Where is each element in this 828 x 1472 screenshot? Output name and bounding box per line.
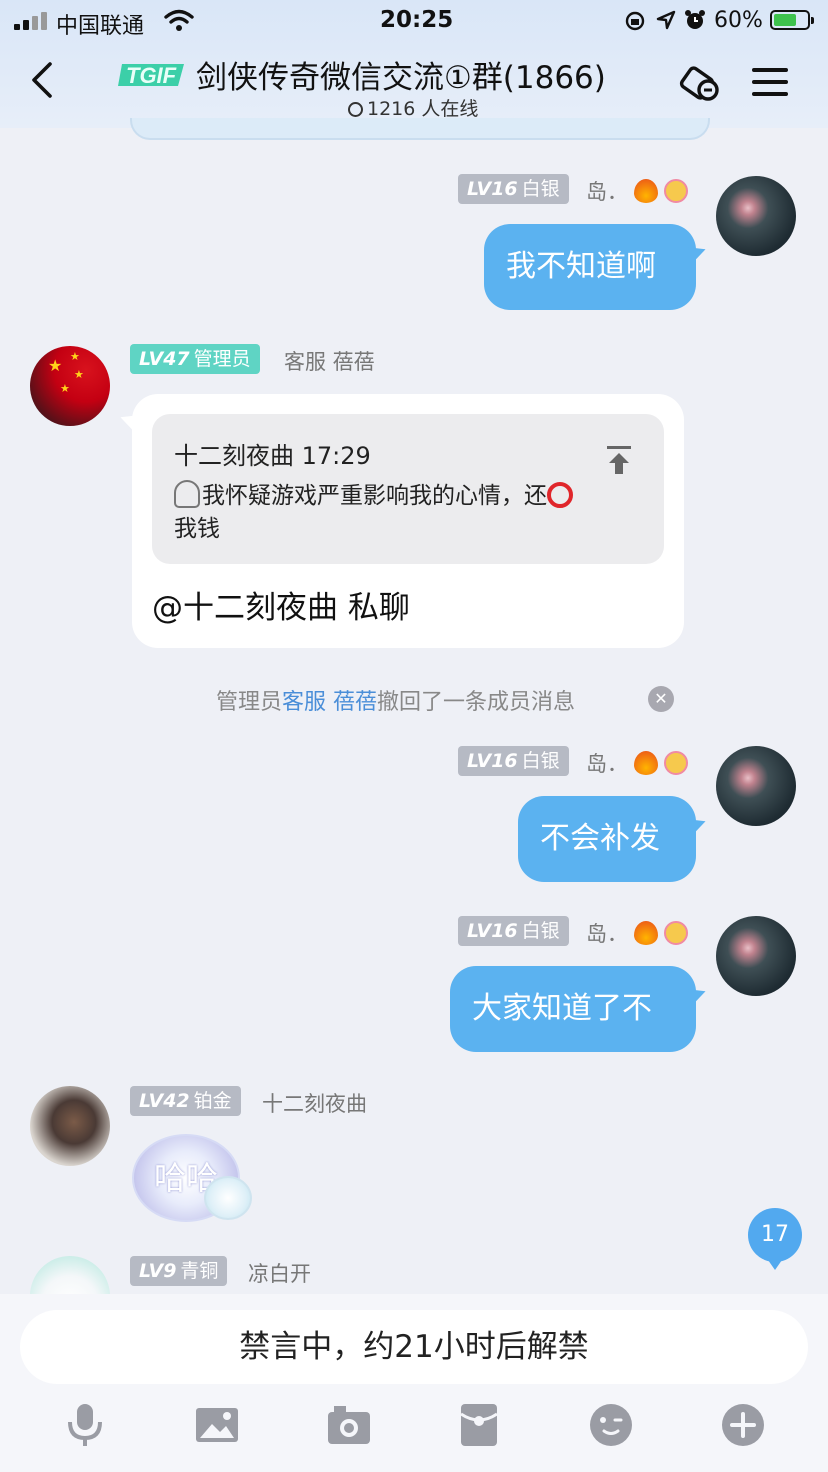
wifi-icon: [164, 9, 194, 31]
game-link-button[interactable]: [678, 64, 726, 104]
level-badge: LV42 铂金: [130, 1086, 241, 1116]
level-text: LV16: [467, 178, 518, 200]
image-button[interactable]: [194, 1402, 240, 1448]
level-text: LV42: [139, 1090, 190, 1112]
jump-to-original-button[interactable]: [604, 444, 634, 476]
dismiss-notice-button[interactable]: ✕: [648, 686, 674, 712]
sender-nickname[interactable]: 岛．: [586, 176, 688, 206]
chevron-left-icon: [32, 62, 52, 98]
svg-text:TGIF: TGIF: [126, 63, 177, 88]
tgif-logo: TGIF: [118, 63, 184, 88]
camera-button[interactable]: [326, 1402, 372, 1448]
group-title[interactable]: 剑侠传奇微信交流①群(1866): [196, 52, 606, 97]
muted-input-bar: 禁言中，约21小时后解禁: [20, 1310, 808, 1384]
notice-prefix: 管理员: [216, 690, 283, 715]
emoji-button[interactable]: [588, 1402, 634, 1448]
battery-icon: [770, 10, 814, 30]
level-badge: LV9 青铜: [130, 1256, 228, 1286]
level-badge: LV16 白银: [458, 174, 569, 204]
fire-emoji-icon: [634, 179, 658, 203]
level-badge: LV16 白银: [458, 916, 569, 946]
sender-nickname[interactable]: 十二刻夜曲: [262, 1088, 367, 1118]
voice-button[interactable]: [62, 1402, 108, 1448]
menu-button[interactable]: [752, 66, 788, 98]
more-button[interactable]: [720, 1402, 766, 1448]
red-packet-icon: [460, 1404, 498, 1446]
arrow-up-to-top-icon: [607, 446, 631, 474]
previous-message-edge: [130, 118, 710, 140]
avatar[interactable]: [30, 1256, 110, 1294]
system-notice: 管理员客服 蓓蓓撤回了一条成员消息: [216, 684, 575, 716]
alarm-icon: [685, 10, 705, 29]
level-badge: LV47 管理员: [130, 344, 260, 374]
message-text: @十二刻夜曲 私聊: [152, 590, 410, 626]
avatar[interactable]: [716, 916, 796, 996]
avatar[interactable]: ★ ★ ★ ★: [30, 346, 110, 426]
rank-text: 白银: [521, 750, 560, 772]
link-game-icon: [679, 66, 719, 101]
emoji-icon: [590, 1404, 632, 1446]
avatar[interactable]: [30, 1086, 110, 1166]
message-bubble[interactable]: 十二刻夜曲 17:29 我怀疑游戏严重影响我的心情，还我钱 @十二刻夜曲 私聊: [132, 394, 684, 648]
level-text: LV9: [139, 1260, 177, 1282]
flower-smile-emoji-icon: [664, 921, 688, 945]
online-count-text: 1216 人在线: [367, 98, 479, 120]
rank-text: 青铜: [180, 1260, 219, 1282]
notice-suffix: 撤回了一条成员消息: [377, 690, 576, 715]
message-bubble[interactable]: 我不知道啊: [484, 224, 696, 310]
battery-percent: 60%: [714, 8, 763, 33]
level-text: LV16: [467, 920, 518, 942]
microphone-icon: [68, 1404, 102, 1446]
rank-text: 管理员: [193, 348, 251, 370]
online-count: 1216 人在线: [348, 94, 478, 121]
image-icon: [196, 1408, 238, 1442]
group-logo: TGIF: [118, 58, 188, 92]
rank-text: 白银: [521, 178, 560, 200]
sender-nickname[interactable]: 客服 蓓蓓: [284, 346, 375, 376]
fire-emoji-icon: [634, 921, 658, 945]
avatar-clip: [30, 1256, 110, 1294]
admin-name-link[interactable]: 客服 蓓蓓: [282, 690, 377, 715]
message-bubble[interactable]: 不会补发: [518, 796, 696, 882]
location-icon: [656, 10, 676, 30]
quote-text: 我怀疑游戏严重影响我的心情，还我钱: [174, 480, 624, 546]
sender-nickname[interactable]: 凉白开: [248, 1258, 311, 1288]
fire-emoji-icon: [634, 751, 658, 775]
status-bar: 中国联通 20:25 60%: [0, 0, 828, 42]
red-circle-emoji-icon: [547, 482, 573, 508]
avatar[interactable]: [716, 176, 796, 256]
sender-nickname[interactable]: 岛．: [586, 748, 688, 778]
signal-icon: [14, 12, 48, 30]
carrier-name: 中国联通: [56, 14, 145, 39]
level-text: LV16: [467, 750, 518, 772]
avatar[interactable]: [716, 746, 796, 826]
level-badge: LV16 白银: [458, 746, 569, 776]
online-clock-icon: [348, 102, 363, 117]
rank-text: 白银: [521, 920, 560, 942]
flower-smile-emoji-icon: [664, 751, 688, 775]
ghost-emoji-icon: [174, 480, 200, 508]
quote-text-after: 我钱: [174, 516, 220, 542]
level-text: LV47: [139, 348, 190, 370]
flower-smile-emoji-icon: [664, 179, 688, 203]
input-area: 禁言中，约21小时后解禁: [0, 1294, 828, 1472]
back-button[interactable]: [30, 62, 54, 98]
unread-count-button[interactable]: 17: [748, 1208, 802, 1270]
rank-text: 铂金: [193, 1090, 232, 1112]
camera-icon: [328, 1406, 370, 1444]
red-packet-button[interactable]: [456, 1402, 502, 1448]
clock-time: 20:25: [380, 7, 454, 33]
quote-author-time: 十二刻夜曲 17:29: [174, 442, 371, 470]
cat-sticker-icon: [204, 1176, 252, 1220]
message-bubble[interactable]: 大家知道了不: [450, 966, 696, 1052]
quote-text-before: 我怀疑游戏严重影响我的心情，还: [202, 483, 547, 509]
rotation-lock-icon: [625, 11, 645, 31]
quoted-message[interactable]: 十二刻夜曲 17:29 我怀疑游戏严重影响我的心情，还我钱: [152, 414, 664, 564]
sender-nickname[interactable]: 岛．: [586, 918, 688, 948]
plus-icon: [722, 1404, 764, 1446]
